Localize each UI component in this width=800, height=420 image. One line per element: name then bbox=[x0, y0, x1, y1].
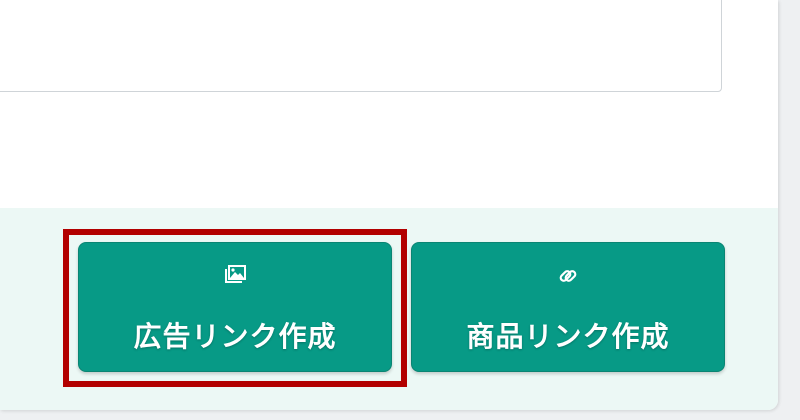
create-product-link-label: 商品リンク作成 bbox=[466, 320, 670, 353]
create-ad-link-label: 広告リンク作成 bbox=[133, 320, 337, 353]
images-icon bbox=[220, 263, 250, 289]
action-footer: 広告リンク作成 商品リンク作成 bbox=[0, 208, 778, 410]
text-input-area[interactable] bbox=[0, 0, 722, 92]
form-panel: 広告リンク作成 商品リンク作成 bbox=[0, 0, 778, 410]
create-ad-link-button[interactable]: 広告リンク作成 bbox=[78, 242, 392, 372]
link-icon bbox=[553, 263, 583, 289]
create-product-link-button[interactable]: 商品リンク作成 bbox=[411, 242, 725, 372]
